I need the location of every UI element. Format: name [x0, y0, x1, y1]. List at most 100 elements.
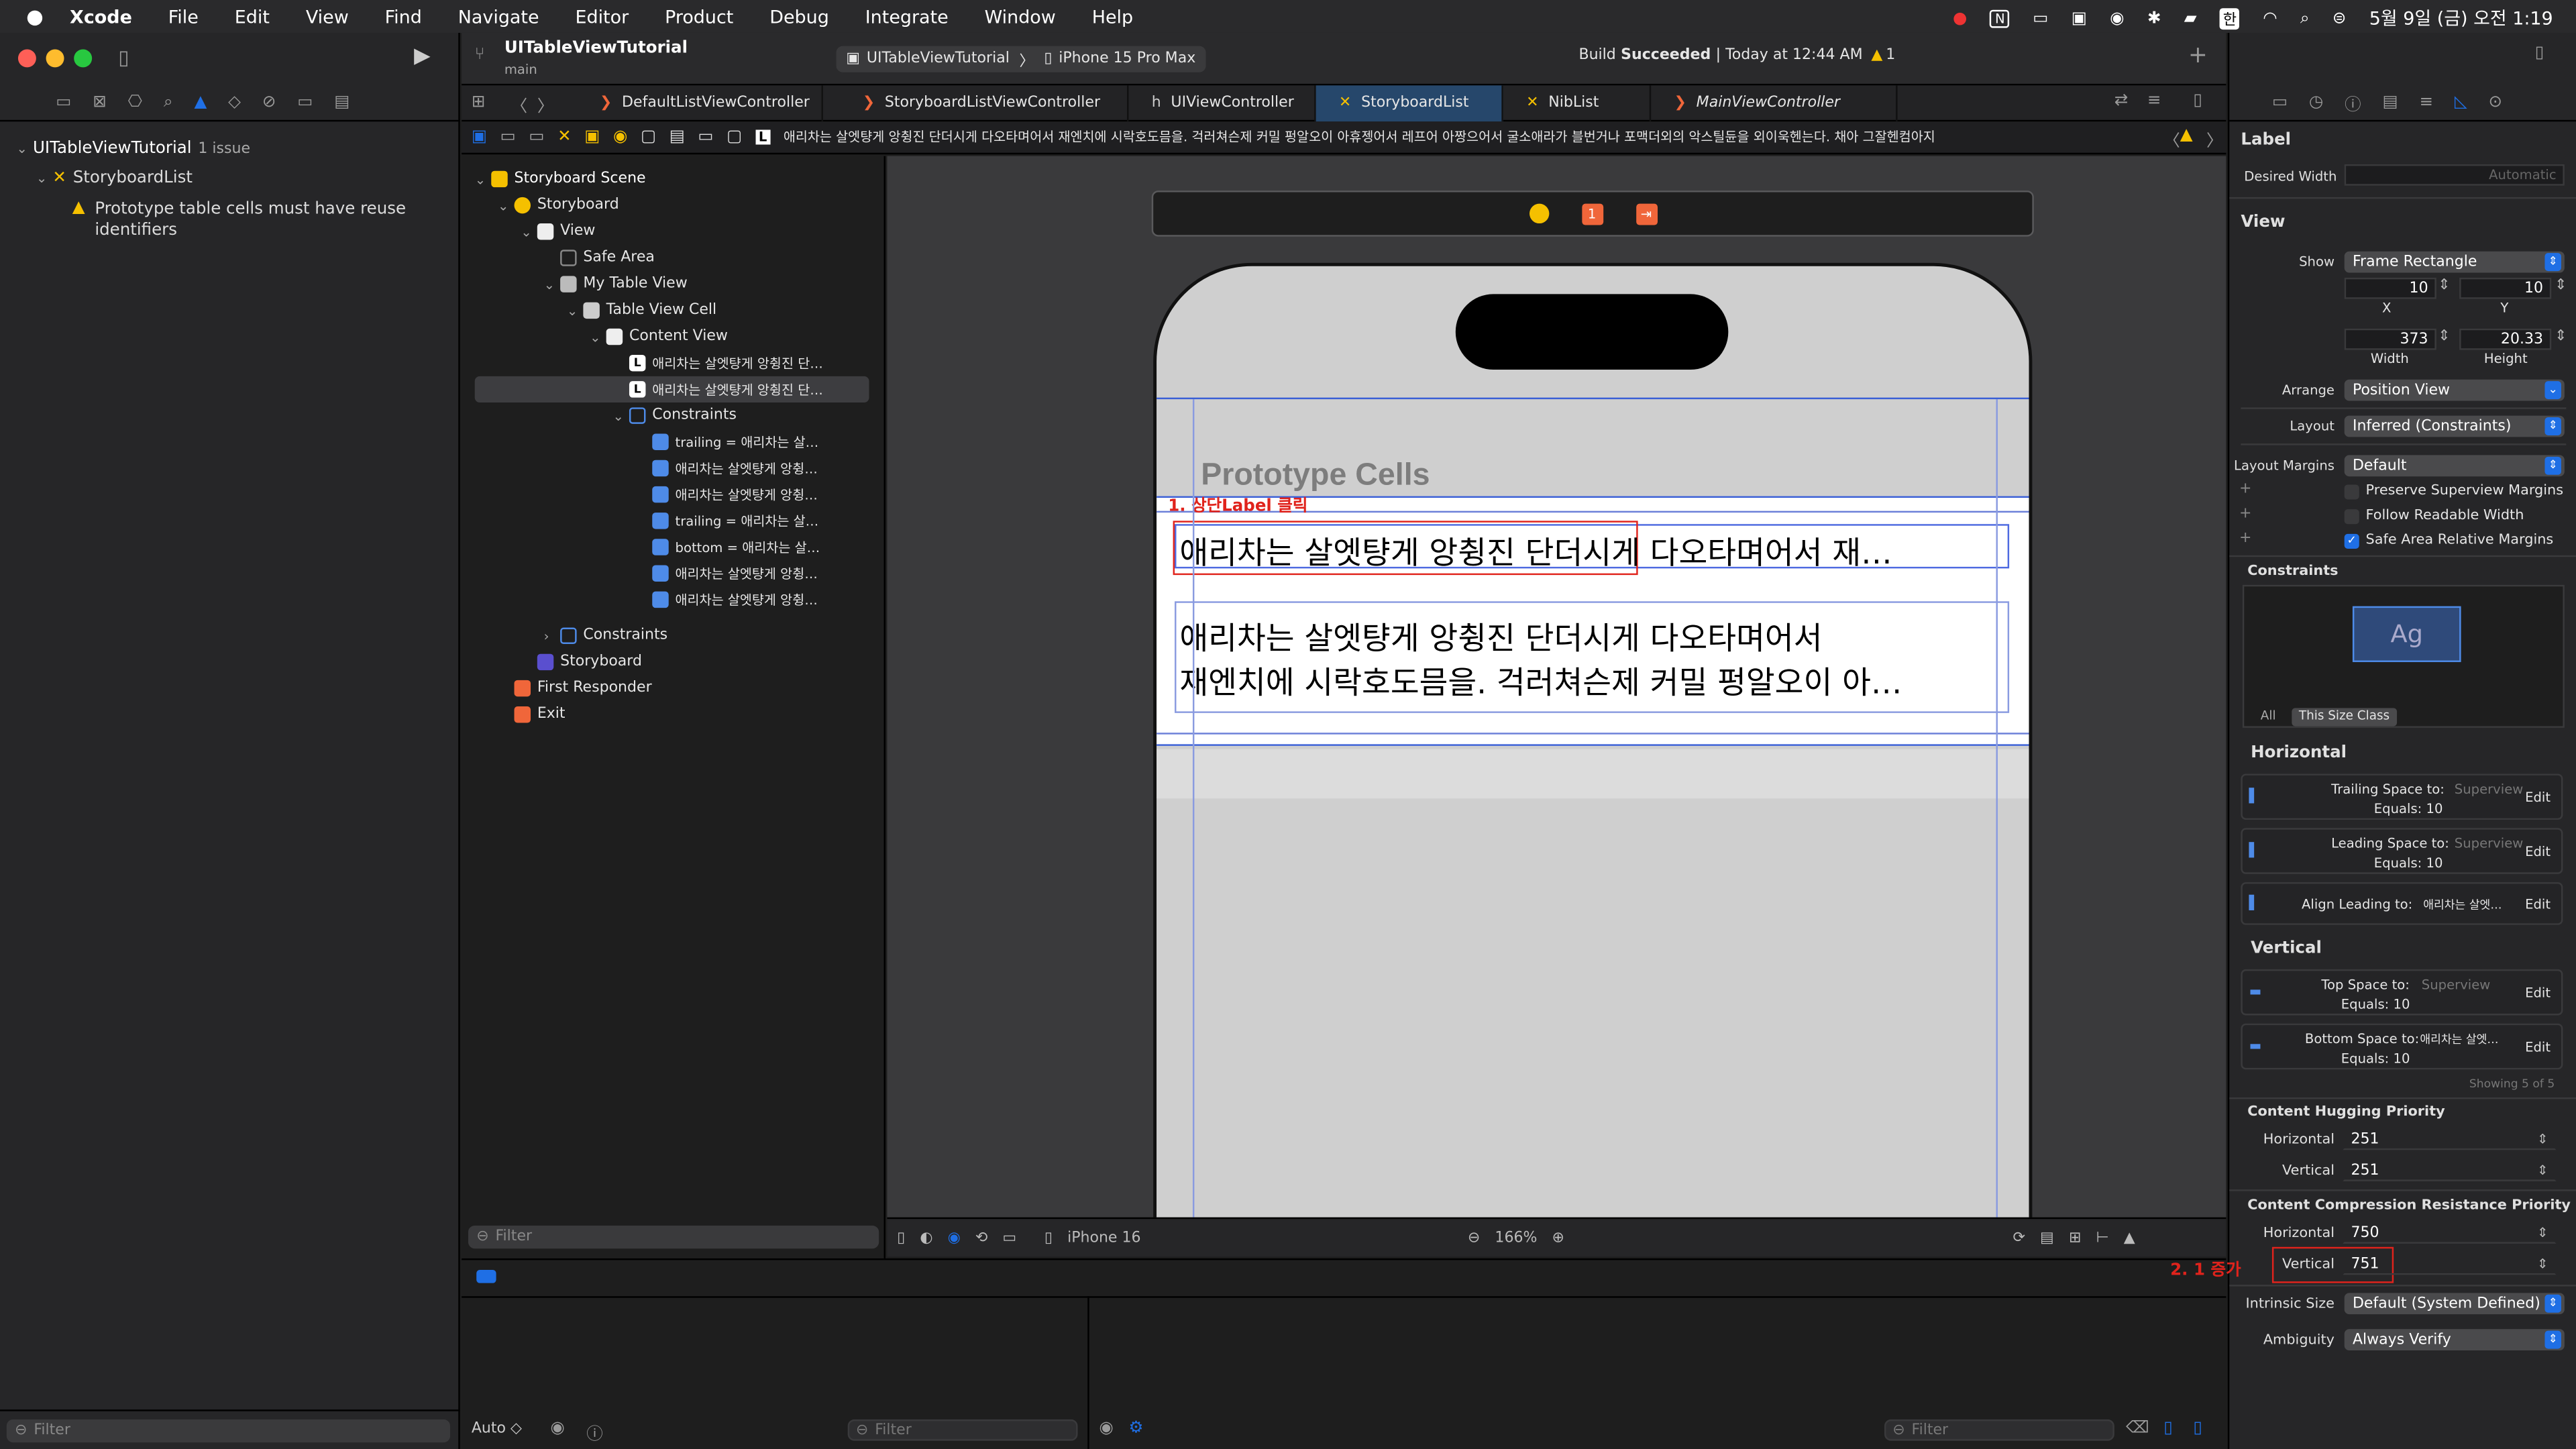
preserve-add-icon[interactable]: +: [2239, 482, 2251, 498]
edit-leading-button[interactable]: Edit: [2525, 845, 2551, 859]
issue-warning-row[interactable]: ▲ Prototype table cells must have reuse …: [72, 199, 434, 241]
menu-app-name[interactable]: Xcode: [70, 6, 132, 28]
variables-filter-input[interactable]: ⊖ Filter: [847, 1419, 1078, 1441]
accessibility-icon[interactable]: ◉: [948, 1230, 961, 1246]
safe-add-icon[interactable]: +: [2239, 531, 2251, 547]
close-window-icon[interactable]: [17, 49, 36, 68]
jump-view-icon[interactable]: ▢: [641, 128, 656, 146]
lines-icon[interactable]: ≡: [2147, 92, 2161, 110]
outline-content-view[interactable]: ⌄ Content View: [590, 323, 728, 350]
orientation-icon[interactable]: ⟲: [975, 1230, 987, 1246]
follow-readable-checkbox[interactable]: Follow Readable Width: [2344, 508, 2524, 524]
history-inspector-icon[interactable]: ◷: [2309, 94, 2323, 112]
control-icon[interactable]: ✱: [2147, 9, 2161, 27]
file-inspector-icon[interactable]: ▭: [2272, 94, 2288, 112]
outline-constraints-inner[interactable]: ⌄ Constraints: [612, 402, 737, 429]
outline-constraints-outer[interactable]: › Constraints: [544, 623, 667, 649]
tab-uiviewcontroller[interactable]: h UIViewController: [1128, 85, 1316, 122]
top-label-selected[interactable]: 애리차는 살엣턍게 앙췽진 단더시게 다오타며어서 재…: [1173, 521, 2010, 576]
eye-icon[interactable]: ◉: [550, 1419, 564, 1438]
report-nav-icon[interactable]: ▤: [334, 94, 350, 112]
zoom-in-icon[interactable]: ⊕: [1552, 1230, 1564, 1246]
compression-vertical-field[interactable]: 751 ⇕: [2343, 1254, 2557, 1275]
outline-constraint-3[interactable]: 애리차는 살엣턍게 앙췽…: [636, 482, 818, 508]
toolbar-project-name[interactable]: UITableViewTutorial: [504, 40, 688, 58]
hugging-horizontal-field[interactable]: 251 ⇕: [2343, 1128, 2557, 1150]
follow-add-icon[interactable]: +: [2239, 506, 2251, 522]
jump-vc-icon[interactable]: ◉: [613, 128, 627, 146]
x-stepper[interactable]: ⇕: [2438, 278, 2450, 294]
test-nav-icon[interactable]: ◇: [228, 94, 241, 112]
add-tab-icon[interactable]: +: [2188, 43, 2208, 69]
add-constraints-icon[interactable]: ⊢: [2096, 1230, 2108, 1246]
device-phone-icon[interactable]: ▯: [1044, 1230, 1053, 1246]
dock-exit-icon[interactable]: ⇥: [1635, 203, 1657, 225]
menu-product[interactable]: Product: [665, 6, 733, 28]
y-stepper[interactable]: ⇕: [2555, 278, 2567, 294]
menu-view[interactable]: View: [306, 6, 349, 28]
console-eye-icon[interactable]: ◉: [1099, 1419, 1113, 1438]
ambiguity-popup[interactable]: Always Verify ⇕: [2344, 1329, 2565, 1351]
resolve-issues-icon[interactable]: ▲: [2124, 1230, 2135, 1246]
jump-warning-icon[interactable]: ▲: [2180, 127, 2193, 145]
source-control-nav-icon[interactable]: ⊠: [93, 94, 107, 112]
jump-storyboard-icon[interactable]: ✕: [557, 128, 572, 146]
jump-folder2-icon[interactable]: ▭: [529, 128, 544, 146]
refresh-icon[interactable]: ⇄: [2114, 92, 2129, 110]
jump-next-icon[interactable]: 〉: [2206, 127, 2222, 151]
segment-all[interactable]: All: [2261, 708, 2276, 727]
tab-storyboard-list[interactable]: ✕ StoryboardList: [1316, 85, 1503, 122]
menu-editor[interactable]: Editor: [575, 6, 629, 28]
outline-constraint-5[interactable]: bottom = 애리차는 살…: [636, 534, 820, 560]
outline-constraint-2[interactable]: 애리차는 살엣턍게 앙췽…: [636, 455, 818, 481]
x-field[interactable]: 10: [2344, 277, 2436, 299]
recording-icon[interactable]: ●: [1953, 9, 1967, 27]
edit-align-button[interactable]: Edit: [2525, 897, 2551, 912]
warning-badge[interactable]: ▲ 1: [1871, 48, 1895, 64]
outline-toggle-icon[interactable]: ▯: [897, 1230, 905, 1246]
appearance-icon[interactable]: ◐: [920, 1230, 932, 1246]
forward-icon[interactable]: 〉: [537, 92, 553, 117]
info-icon[interactable]: ⓘ: [586, 1419, 602, 1444]
outline-constraint-1[interactable]: trailing = 애리차는 살…: [636, 429, 818, 455]
menu-find[interactable]: Find: [385, 6, 422, 28]
outline-storyboard-segue[interactable]: Storyboard: [521, 649, 642, 675]
constraint-top[interactable]: ▬ Top Space to: Superview Equals: 10 Edi…: [2241, 969, 2563, 1016]
table-cell[interactable]: 1. 상단Label 클릭 애리차는 살엣턍게 앙췽진 단더시게 다오타며어서 …: [1157, 496, 2029, 746]
jump-prev-icon[interactable]: 〈: [2163, 127, 2180, 151]
apple-icon[interactable]: ●: [26, 5, 44, 28]
minimize-window-icon[interactable]: [46, 49, 64, 68]
arrange-popup[interactable]: Position View ⌄: [2344, 379, 2565, 401]
battery-icon[interactable]: ▰: [2184, 9, 2197, 27]
outline-exit[interactable]: Exit: [498, 702, 566, 728]
trash-icon[interactable]: ⌫: [2126, 1419, 2149, 1438]
dock-vc-icon[interactable]: [1528, 203, 1549, 224]
constraint-align-leading[interactable]: ▌ Align Leading to: 애리차는 살엣… Edit: [2241, 882, 2563, 925]
jump-cell-icon[interactable]: ▭: [698, 128, 713, 146]
outline-constraint-4[interactable]: trailing = 애리차는 살…: [636, 508, 818, 534]
menu-help[interactable]: Help: [1092, 6, 1133, 28]
show-popup[interactable]: Frame Rectangle ⇕: [2344, 251, 2565, 273]
outline-safe-area[interactable]: Safe Area: [544, 245, 655, 271]
layout-popup[interactable]: Inferred (Constraints) ⇕: [2344, 415, 2565, 437]
storyboard-canvas[interactable]: 1 ⇥ Prototype Cells 1. 상단Label 클릭 애리차는 살…: [887, 156, 2226, 1218]
device-config-icon[interactable]: ▭: [1002, 1230, 1016, 1246]
size-inspector-icon[interactable]: ◺: [2455, 94, 2467, 112]
bottom-label[interactable]: 애리차는 살엣턍게 앙췽진 단더시게 다오타며어서 재엔치에 시락호도믐을. 걱…: [1175, 601, 2010, 713]
attributes-inspector-icon[interactable]: ≡: [2419, 94, 2433, 112]
menu-navigate[interactable]: Navigate: [458, 6, 539, 28]
inspector-toggle-icon[interactable]: ▯: [2535, 44, 2544, 62]
layout-margins-popup[interactable]: Default ⇕: [2344, 455, 2565, 477]
outline-storyboard-vc[interactable]: ⌄ Storyboard: [498, 193, 619, 219]
play-circle-icon[interactable]: ◉: [2110, 9, 2124, 27]
breakpoint-nav-icon[interactable]: ▭: [297, 94, 313, 112]
edit-trailing-button[interactable]: Edit: [2525, 790, 2551, 805]
notion-icon[interactable]: N: [1990, 9, 2010, 28]
spotlight-icon[interactable]: ⌕: [2300, 9, 2310, 27]
debug-breakpoint-toggle[interactable]: [476, 1270, 496, 1283]
hugging-vertical-field[interactable]: 251 ⇕: [2343, 1160, 2557, 1181]
issue-nav-icon[interactable]: ▲: [194, 94, 207, 112]
find-nav-icon[interactable]: ⌕: [164, 94, 173, 112]
constraint-editor[interactable]: Ag All This Size Class: [2242, 584, 2565, 728]
wifi-icon[interactable]: ◠: [2263, 9, 2277, 27]
